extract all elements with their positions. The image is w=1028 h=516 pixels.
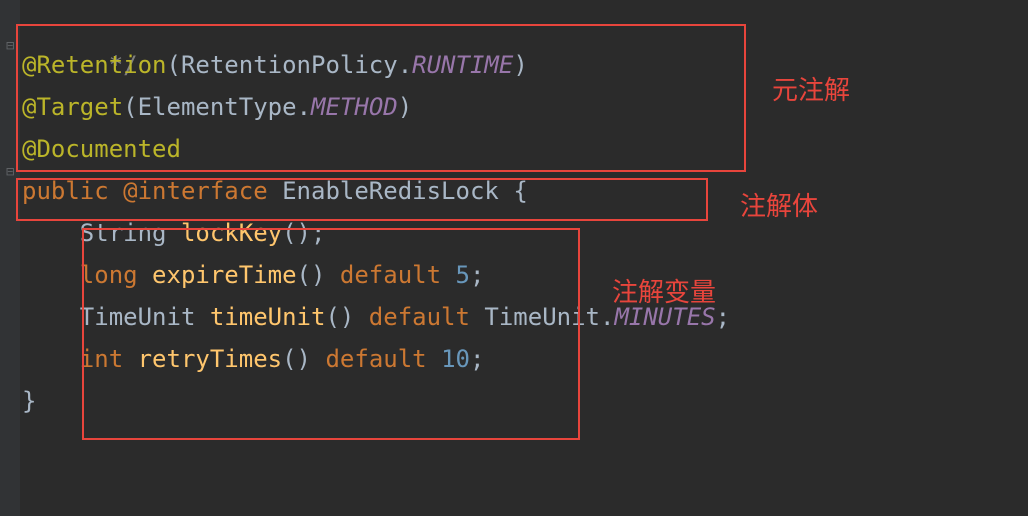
label-annotation-vars: 注解变量 [612,270,716,316]
code-editor[interactable]: */ @Retention(RetentionPolicy.RUNTIME) @… [22,0,730,422]
code-line: */ [22,2,730,44]
enum-runtime: RUNTIME [412,51,513,79]
label-meta-annotation: 元注解 [772,68,850,114]
interface-name: EnableRedisLock [282,177,499,205]
keyword-public: public [22,177,109,205]
code-line: int retryTimes() default 10; [22,338,730,380]
enum-method: METHOD [311,93,398,121]
method-lockkey: lockKey [181,219,282,247]
method-timeunit: timeUnit [210,303,326,331]
code-line: public @interface EnableRedisLock { [22,170,730,212]
annotation-documented: @Documented [22,135,181,163]
code-line: } [22,380,730,422]
editor-gutter: ⊟ ⊟ [0,0,20,516]
keyword-at-interface: @interface [123,177,268,205]
fold-marker-icon[interactable]: ⊟ [6,160,14,185]
method-retrytimes: retryTimes [138,345,283,373]
fold-marker-icon[interactable]: ⊟ [6,34,14,59]
annotation-retention: @Retention [22,51,167,79]
annotation-target: @Target [22,93,123,121]
code-line: String lockKey(); [22,212,730,254]
code-line: @Target(ElementType.METHOD) [22,86,730,128]
method-expiretime: expireTime [152,261,297,289]
label-annotation-body: 注解体 [740,184,818,230]
code-line: @Retention(RetentionPolicy.RUNTIME) [22,44,730,86]
code-line: @Documented [22,128,730,170]
